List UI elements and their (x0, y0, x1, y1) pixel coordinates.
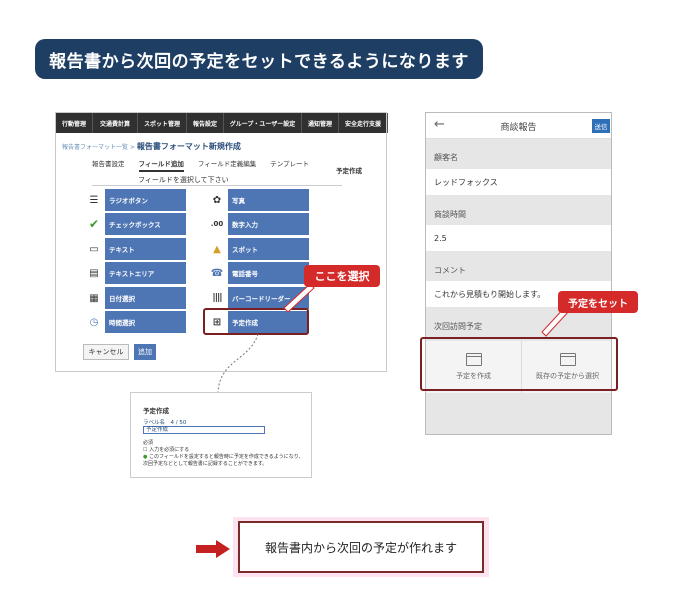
field-radio-button[interactable]: ☰ ラジオボタン (83, 189, 186, 211)
required-checkbox[interactable]: ☐ 入力を必須にする (143, 446, 189, 453)
phone-icon: ☎ (206, 262, 228, 284)
breadcrumb: 報告書フォーマット一覧 > 報告書フォーマット新規作成 (62, 141, 241, 152)
instruction-text: フィールドを選択して下さい (138, 176, 229, 184)
popup-label: ラベル名 4 / 50 (143, 420, 187, 426)
nav-item[interactable]: 通知管理 (302, 113, 339, 133)
clock-icon: ◷ (83, 311, 105, 333)
comment-label: コメント (434, 266, 466, 275)
field-spot[interactable]: ▲ スポット (206, 238, 309, 260)
send-button[interactable]: 送信 (592, 119, 610, 133)
field-time[interactable]: ◷ 時間選択 (83, 311, 186, 333)
customer-field[interactable]: レッドフォックス (426, 169, 611, 195)
tab-report-settings[interactable]: 報告書設定 (92, 158, 125, 172)
nav-item[interactable]: グループ・ユーザー設定 (224, 113, 302, 133)
tab-template[interactable]: テンプレート (270, 158, 309, 172)
tab-bar: 報告書設定 フィールド追加 フィールド定義編集 テンプレート (92, 158, 323, 172)
field-checkbox[interactable]: ✔ チェックボックス (83, 213, 186, 235)
field-text[interactable]: ▭ テキスト (83, 238, 186, 260)
field-number[interactable]: .00 数字入力 (206, 213, 309, 235)
highlight-frame (420, 337, 618, 391)
page-title: 報告書から次回の予定をセットできるようになります (35, 39, 483, 79)
text-field-icon: ▭ (83, 238, 105, 260)
cancel-button[interactable]: キャンセル (83, 344, 129, 360)
callout-set-schedule: 予定をセット (558, 291, 638, 313)
time-label: 商談時間 (434, 210, 466, 219)
customer-label: 顧客名 (434, 153, 458, 162)
field-photo[interactable]: ✿ 写真 (206, 189, 309, 211)
map-pin-icon: ▲ (206, 238, 228, 260)
photo-icon: ✿ (206, 189, 228, 211)
tab-schedule[interactable]: 予定作成 (336, 165, 362, 175)
nav-item[interactable]: 交通費計算 (93, 113, 138, 133)
nav-item[interactable]: 安全走行支援 (339, 113, 388, 133)
tab-field-edit[interactable]: フィールド定義編集 (198, 158, 256, 172)
nav-item[interactable]: 報告設定 (187, 113, 224, 133)
breadcrumb-link[interactable]: 報告書フォーマット一覧 > (62, 144, 135, 151)
textarea-icon: ▤ (83, 262, 105, 284)
tab-add-field[interactable]: フィールド追加 (138, 158, 184, 172)
popup-title: 予定作成 (143, 407, 169, 415)
add-button[interactable]: 追加 (134, 344, 156, 360)
nav-item[interactable]: 行動管理 (56, 113, 93, 133)
info-icon: ● (143, 454, 148, 460)
top-nav: 行動管理 交通費計算 スポット管理 報告設定 グループ・ユーザー設定 通知管理 … (56, 113, 388, 133)
label-name-input[interactable]: 予定作成 (143, 426, 265, 434)
nav-item[interactable]: スポット管理 (138, 113, 187, 133)
phone-title: 商談報告 (500, 123, 537, 133)
next-visit-label: 次回訪問予定 (434, 322, 482, 331)
callout-select-here: ここを選択 (304, 265, 380, 287)
summary-message: 報告書内から次回の予定が作れます (238, 521, 484, 573)
radio-list-icon: ☰ (83, 189, 105, 211)
back-arrow-icon[interactable]: ← (434, 117, 445, 132)
barcode-icon: |||| (206, 287, 228, 309)
calendar-icon: ▦ (83, 287, 105, 309)
dotted-connector (217, 333, 259, 393)
field-textarea[interactable]: ▤ テキストエリア (83, 262, 186, 284)
popup-note: ● このフィールドを設定すると報告時に予定を作成できるようになり、次回予定などと… (143, 454, 304, 467)
arrow-right-icon (196, 540, 230, 558)
required-label: 必須 (143, 440, 154, 446)
phone-header: 商談報告 ← 送信 (426, 113, 611, 139)
time-field[interactable]: 2.5 (426, 225, 611, 251)
field-date[interactable]: ▦ 日付選択 (83, 287, 186, 309)
schedule-field-popup: 予定作成 ラベル名 4 / 50 予定作成 必須 ☐ 入力を必須にする ● この… (130, 392, 312, 478)
checkmark-icon: ✔ (83, 213, 105, 235)
number-icon: .00 (206, 213, 228, 235)
divider (92, 185, 342, 186)
breadcrumb-current: 報告書フォーマット新規作成 (136, 142, 241, 151)
